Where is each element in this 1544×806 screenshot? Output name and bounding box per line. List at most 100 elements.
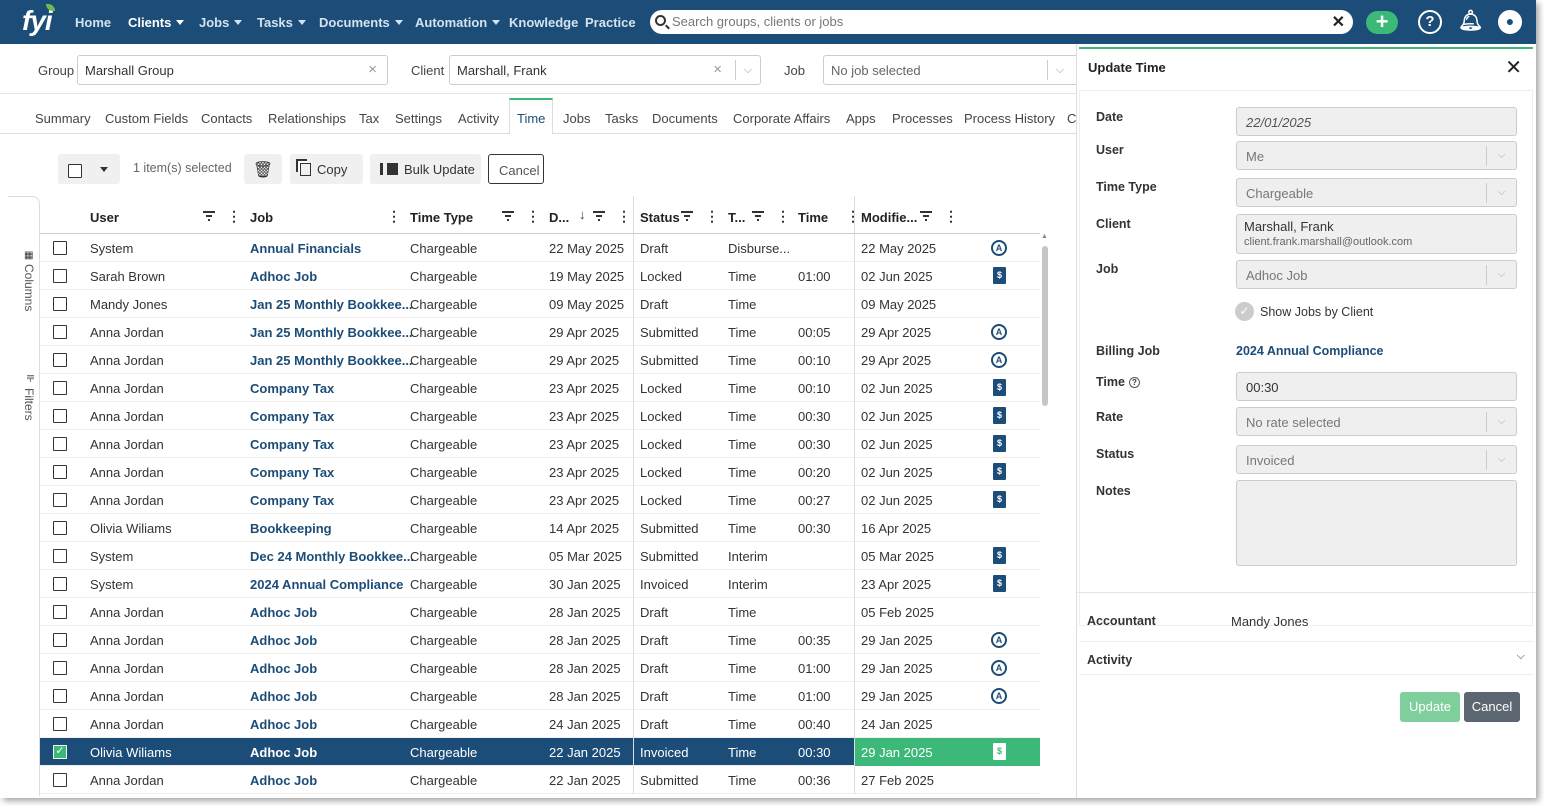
row-checkbox[interactable]: [53, 465, 67, 479]
column-menu-icon[interactable]: ⋮: [846, 208, 860, 225]
table-row[interactable]: Mandy Jones Jan 25 Monthly Bookkee... Char…: [40, 290, 1040, 318]
invoice-document-icon[interactable]: $: [993, 547, 1006, 564]
row-checkbox[interactable]: [53, 605, 67, 619]
columns-icon[interactable]: ▦: [24, 250, 33, 261]
grid-scrollbar[interactable]: ▲: [1040, 233, 1050, 798]
user-select[interactable]: Me ⌵: [1236, 141, 1517, 170]
plus-icon[interactable]: +: [1366, 11, 1398, 34]
column-menu-icon[interactable]: ⋮: [776, 208, 790, 225]
cell-job[interactable]: Company Tax: [250, 493, 334, 508]
nav-documents[interactable]: Documents: [319, 15, 403, 30]
tab-custom-fields[interactable]: Custom Fields: [105, 111, 188, 126]
date-field[interactable]: 22/01/2025: [1236, 107, 1517, 136]
tab-summary[interactable]: Summary: [35, 111, 91, 126]
select-all-checkbox[interactable]: [68, 163, 82, 178]
help-icon[interactable]: ?: [1418, 10, 1442, 34]
row-checkbox[interactable]: [53, 297, 67, 311]
table-row[interactable]: System Annual Financials Chargeable 22 May …: [40, 234, 1040, 262]
scroll-up-icon[interactable]: ▲: [1041, 233, 1048, 240]
fyi-logo[interactable]: fyi: [22, 5, 53, 37]
table-row[interactable]: Anna Jordan Adhoc Job Chargeable 28 Jan 202…: [40, 626, 1040, 654]
sort-desc-icon[interactable]: ↓: [579, 207, 586, 222]
chevron-down-icon[interactable]: [99, 167, 108, 172]
row-checkbox[interactable]: [53, 521, 67, 535]
col-status[interactable]: Status: [640, 210, 680, 225]
clear-client-icon[interactable]: ×: [713, 61, 722, 78]
table-row[interactable]: Anna Jordan Company Tax Chargeable 23 Apr 2…: [40, 430, 1040, 458]
table-row[interactable]: Anna Jordan Company Tax Chargeable 23 Apr 2…: [40, 458, 1040, 486]
filters-icon[interactable]: ⊪: [24, 374, 35, 383]
close-icon[interactable]: ✕: [1505, 55, 1522, 80]
cell-job[interactable]: Adhoc Job: [250, 745, 317, 760]
cell-job[interactable]: Adhoc Job: [250, 773, 317, 788]
column-menu-icon[interactable]: ⋮: [705, 208, 719, 225]
clear-group-icon[interactable]: ×: [368, 61, 377, 78]
cell-job[interactable]: Dec 24 Monthly Bookkee...: [250, 549, 414, 564]
row-checkbox[interactable]: [53, 773, 67, 787]
nav-tasks[interactable]: Tasks: [257, 15, 306, 30]
app-sync-icon[interactable]: A: [991, 632, 1007, 648]
cell-job[interactable]: Adhoc Job: [250, 689, 317, 704]
delete-button[interactable]: 🗑︎: [244, 154, 282, 184]
bulk-update-button[interactable]: Bulk Update: [370, 154, 481, 184]
table-row[interactable]: Anna Jordan Jan 25 Monthly Bookkee... Char…: [40, 346, 1040, 374]
cell-job[interactable]: Jan 25 Monthly Bookkee...: [250, 325, 413, 340]
tab-apps[interactable]: Apps: [846, 111, 876, 126]
notes-textarea[interactable]: [1236, 480, 1517, 566]
row-checkbox[interactable]: [53, 325, 67, 339]
cell-job[interactable]: Adhoc Job: [250, 269, 317, 284]
cell-job[interactable]: Jan 25 Monthly Bookkee...: [250, 353, 413, 368]
cell-job[interactable]: Bookkeeping: [250, 521, 332, 536]
cell-job[interactable]: Adhoc Job: [250, 661, 317, 676]
cell-job[interactable]: Adhoc Job: [250, 717, 317, 732]
table-row[interactable]: System Dec 24 Monthly Bookkee... Chargeabl…: [40, 542, 1040, 570]
nav-jobs[interactable]: Jobs: [199, 15, 243, 30]
row-checkbox[interactable]: [53, 689, 67, 703]
columns-toggle[interactable]: Columns: [22, 264, 36, 311]
table-row[interactable]: Anna Jordan Company Tax Chargeable 23 Apr 2…: [40, 402, 1040, 430]
column-menu-icon[interactable]: ⋮: [227, 208, 241, 225]
rate-select[interactable]: No rate selected ⌵: [1236, 407, 1517, 436]
job-select[interactable]: No job selected ⌵: [823, 55, 1083, 85]
app-sync-icon[interactable]: A: [991, 352, 1007, 368]
row-checkbox[interactable]: [53, 409, 67, 423]
filter-icon[interactable]: [203, 210, 215, 221]
row-checkbox[interactable]: [53, 353, 67, 367]
col-type[interactable]: T...: [728, 210, 745, 225]
select-all-dropdown[interactable]: [58, 154, 120, 184]
info-icon[interactable]: ?: [1128, 377, 1140, 388]
app-sync-icon[interactable]: A: [991, 660, 1007, 676]
column-menu-icon[interactable]: ⋮: [387, 208, 401, 225]
nav-practice[interactable]: Practice: [585, 15, 636, 30]
user-icon[interactable]: ●: [1498, 10, 1522, 34]
scrollbar-thumb[interactable]: [1042, 246, 1048, 406]
row-checkbox[interactable]: [53, 633, 67, 647]
cell-job[interactable]: Jan 25 Monthly Bookkee...: [250, 297, 413, 312]
invoice-document-icon[interactable]: $: [993, 491, 1006, 508]
client-field[interactable]: Marshall, Frank client.frank.marshall@ou…: [1236, 214, 1517, 254]
tab-jobs[interactable]: Jobs: [563, 111, 590, 126]
update-button[interactable]: Update: [1400, 692, 1460, 722]
invoice-document-icon[interactable]: $: [993, 407, 1006, 424]
invoice-document-icon[interactable]: $: [993, 743, 1006, 760]
cancel-selection-button[interactable]: Cancel: [488, 154, 544, 184]
column-menu-icon[interactable]: ⋮: [944, 208, 958, 225]
invoice-document-icon[interactable]: $: [993, 463, 1006, 480]
cell-job[interactable]: Adhoc Job: [250, 633, 317, 648]
bell-icon[interactable]: 🔔︎: [1458, 10, 1483, 34]
tab-documents[interactable]: Documents: [652, 111, 718, 126]
table-row[interactable]: Anna Jordan Jan 25 Monthly Bookkee... Char…: [40, 318, 1040, 346]
invoice-document-icon[interactable]: $: [993, 267, 1006, 284]
row-checkbox[interactable]: [53, 381, 67, 395]
tab-tax[interactable]: Tax: [359, 111, 379, 126]
cell-job[interactable]: Company Tax: [250, 465, 334, 480]
nav-automation[interactable]: Automation: [415, 15, 501, 30]
status-select[interactable]: Invoiced ⌵: [1236, 445, 1517, 474]
col-modified[interactable]: Modifie...: [861, 210, 917, 225]
cell-job[interactable]: Annual Financials: [250, 241, 361, 256]
table-row[interactable]: Anna Jordan Company Tax Chargeable 23 Apr 2…: [40, 486, 1040, 514]
show-jobs-toggle[interactable]: ✓: [1235, 302, 1254, 321]
table-row[interactable]: Olivia Wiliams Bookkeeping Chargeable 14 Ap…: [40, 514, 1040, 542]
app-sync-icon[interactable]: A: [991, 688, 1007, 704]
column-menu-icon[interactable]: ⋮: [617, 208, 631, 225]
